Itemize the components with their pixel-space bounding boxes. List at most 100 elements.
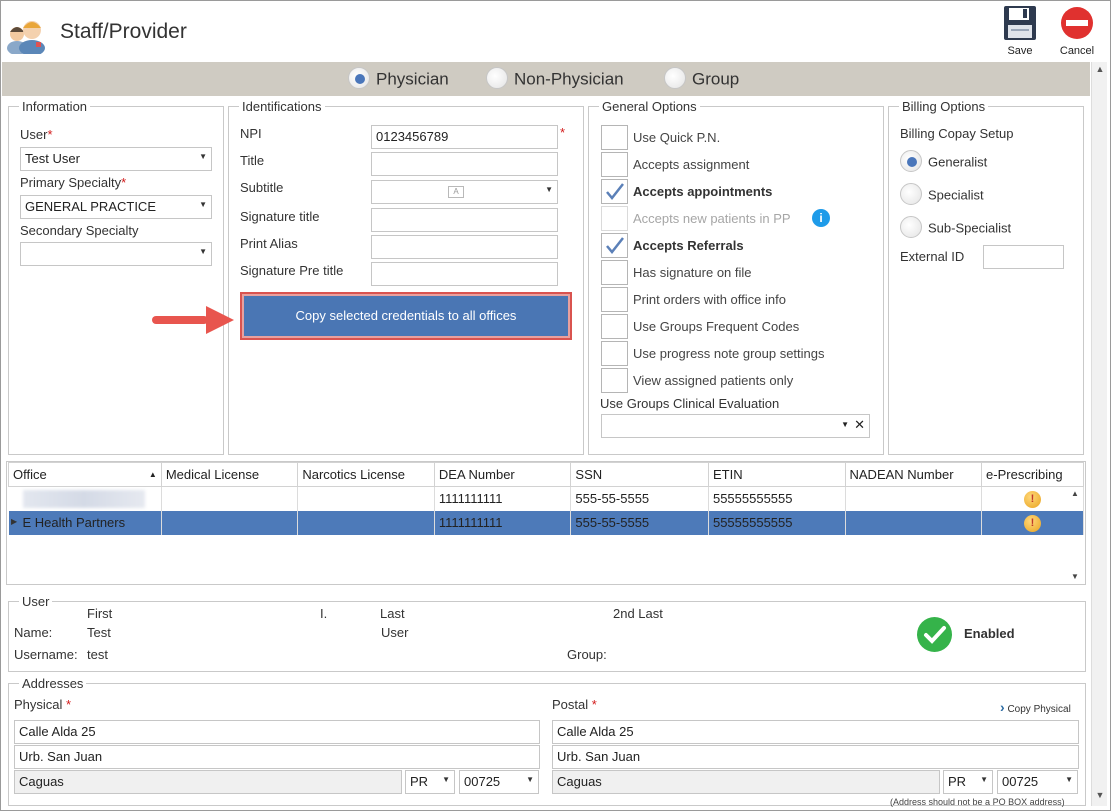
checkbox-accepts-assignment[interactable]	[601, 152, 628, 177]
e-prescribing-cell: !	[981, 486, 1084, 511]
checkbox-use-quick-p-n[interactable]	[601, 125, 628, 150]
physical-zip-select[interactable]: 00725 ▼	[459, 770, 539, 794]
column-header-etin[interactable]: ETIN	[707, 462, 846, 487]
postal-zip-select[interactable]: 00725 ▼	[997, 770, 1078, 794]
checkbox-view-assigned-patients-only[interactable]	[601, 368, 628, 393]
column-header-medical-license[interactable]: Medical License	[160, 462, 299, 487]
window-title: Staff/Provider	[60, 20, 187, 43]
clinical-eval-select[interactable]: ▼ ✕	[601, 414, 870, 438]
last-header: Last	[380, 606, 405, 621]
physical-label: Physical *	[14, 697, 72, 712]
title-input[interactable]	[371, 152, 558, 176]
checkbox-print-orders-with-office-info[interactable]	[601, 287, 628, 312]
radio-physician-indicator	[348, 67, 370, 89]
user-label: User*	[20, 127, 53, 142]
external-id-label: External ID	[900, 249, 965, 264]
name-label: Name:	[14, 625, 53, 640]
scroll-down-icon[interactable]: ▼	[1092, 790, 1108, 800]
signature-pre-title-input[interactable]	[371, 262, 558, 286]
column-header-nadean-number[interactable]: NADEAN Number	[844, 462, 983, 487]
chevron-down-icon: ▼	[980, 775, 988, 784]
postal-city-input[interactable]: Caguas	[552, 770, 940, 794]
radio-group-label: Group	[692, 69, 740, 89]
etin-cell: 55555555555	[708, 486, 846, 511]
information-legend: Information	[22, 99, 88, 114]
copy-credentials-button[interactable]: Copy selected credentials to all offices	[240, 292, 572, 340]
identifications-legend: Identifications	[242, 99, 322, 114]
signature-pre-title-label: Signature Pre title	[240, 263, 344, 278]
primary-specialty-select[interactable]: GENERAL PRACTICE ▼	[20, 195, 212, 219]
table-header-row: Office ▲ Medical License Narcotics Licens…	[8, 462, 1084, 487]
chevron-down-icon: ▼	[841, 420, 849, 429]
cancel-button[interactable]: Cancel	[1057, 5, 1097, 57]
addresses-legend: Addresses	[22, 676, 84, 691]
title-label: Title	[240, 153, 265, 168]
column-header-office[interactable]: Office ▲	[8, 462, 162, 487]
offices-table: Office ▲ Medical License Narcotics Licens…	[8, 462, 1084, 535]
checkmark-icon	[606, 183, 624, 200]
print-alias-input[interactable]	[371, 235, 558, 259]
scroll-up-icon[interactable]: ▲	[1092, 64, 1108, 74]
group-label: Group:	[567, 647, 607, 662]
print-alias-label: Print Alias	[240, 236, 298, 251]
signature-title-input[interactable]	[371, 208, 558, 232]
billing-copay-label: Billing Copay Setup	[900, 126, 1014, 141]
physical-city-input[interactable]: Caguas	[14, 770, 402, 794]
save-button[interactable]: Save	[1000, 5, 1040, 57]
label-use-quick-p-n: Use Quick P.N.	[633, 130, 721, 145]
clinical-eval-label: Use Groups Clinical Evaluation	[600, 396, 780, 411]
user-select[interactable]: Test User ▼	[20, 147, 212, 171]
npi-input[interactable]: 0123456789	[371, 125, 558, 149]
checkbox-accepts-appointments[interactable]	[601, 179, 628, 204]
column-header-narcotics-license[interactable]: Narcotics License	[297, 462, 435, 487]
label-view-assigned-patients-only: View assigned patients only	[633, 373, 794, 388]
info-icon[interactable]: i	[812, 209, 830, 227]
copy-physical-link[interactable]: › Copy Physical	[1000, 699, 1071, 715]
checkbox-accepts-new-patients-in-pp[interactable]	[601, 206, 628, 231]
clear-icon[interactable]: ✕	[854, 417, 865, 433]
physical-line1-input[interactable]: Calle Alda 25	[14, 720, 540, 744]
radio-group[interactable]: Group	[664, 67, 740, 91]
checkbox-has-signature-on-file[interactable]	[601, 260, 628, 285]
radio-generalist-indicator	[900, 150, 922, 172]
table-row[interactable]: 1111111111 555-55-5555 55555555555 !	[8, 486, 1084, 511]
radio-non-physician[interactable]: Non-Physician	[486, 67, 624, 91]
general-options-legend: General Options	[602, 99, 697, 114]
checkbox-use-groups-frequent-codes[interactable]	[601, 314, 628, 339]
etin-cell: 55555555555	[708, 510, 846, 535]
redacted-office-name	[22, 489, 145, 508]
secondary-specialty-select[interactable]: ▼	[20, 242, 212, 266]
postal-line2-input[interactable]: Urb. San Juan	[552, 745, 1079, 769]
physical-line2-input[interactable]: Urb. San Juan	[14, 745, 540, 769]
subtitle-select[interactable]: A ▼	[371, 180, 558, 204]
nadean-cell	[845, 510, 983, 535]
vertical-scrollbar[interactable]: ▲ ▼	[1091, 62, 1107, 806]
table-scroll-down-icon[interactable]: ▼	[1071, 572, 1079, 581]
radio-generalist[interactable]: Generalist	[900, 150, 987, 174]
e-prescribing-cell: !	[981, 510, 1084, 535]
checkbox-use-progress-note-group-settings[interactable]	[601, 341, 628, 366]
sort-ascending-icon: ▲	[148, 470, 157, 479]
column-header-dea-number[interactable]: DEA Number	[433, 462, 572, 487]
primary-specialty-label: Primary Specialty*	[20, 175, 127, 190]
physical-state-select[interactable]: PR ▼	[405, 770, 455, 794]
label-use-groups-frequent-codes: Use Groups Frequent Codes	[633, 319, 800, 334]
radio-specialist[interactable]: Specialist	[900, 183, 984, 207]
provider-type-bar: Physician Non-Physician Group	[2, 62, 1090, 96]
table-scroll-up-icon[interactable]: ▲	[1071, 489, 1079, 498]
pointer-arrow-icon	[152, 306, 234, 334]
external-id-input[interactable]	[983, 245, 1064, 269]
first-name-value: Test	[87, 625, 111, 640]
column-header-e-prescribing[interactable]: e-Prescribing	[981, 462, 1084, 487]
label-accepts-appointments: Accepts appointments	[633, 184, 773, 199]
radio-physician[interactable]: Physician	[348, 67, 449, 91]
postal-state-select[interactable]: PR ▼	[943, 770, 993, 794]
second-last-header: 2nd Last	[613, 606, 663, 621]
postal-line1-input[interactable]: Calle Alda 25	[552, 720, 1079, 744]
column-header-ssn[interactable]: SSN	[570, 462, 709, 487]
table-row-selected[interactable]: E Health Partners 1111111111 555-55-5555…	[8, 510, 1084, 535]
ssn-cell: 555-55-5555	[570, 510, 709, 535]
checkbox-accepts-referrals[interactable]	[601, 233, 628, 258]
radio-sub-specialist[interactable]: Sub-Specialist	[900, 216, 1011, 240]
chevron-down-icon: ▼	[545, 185, 553, 194]
